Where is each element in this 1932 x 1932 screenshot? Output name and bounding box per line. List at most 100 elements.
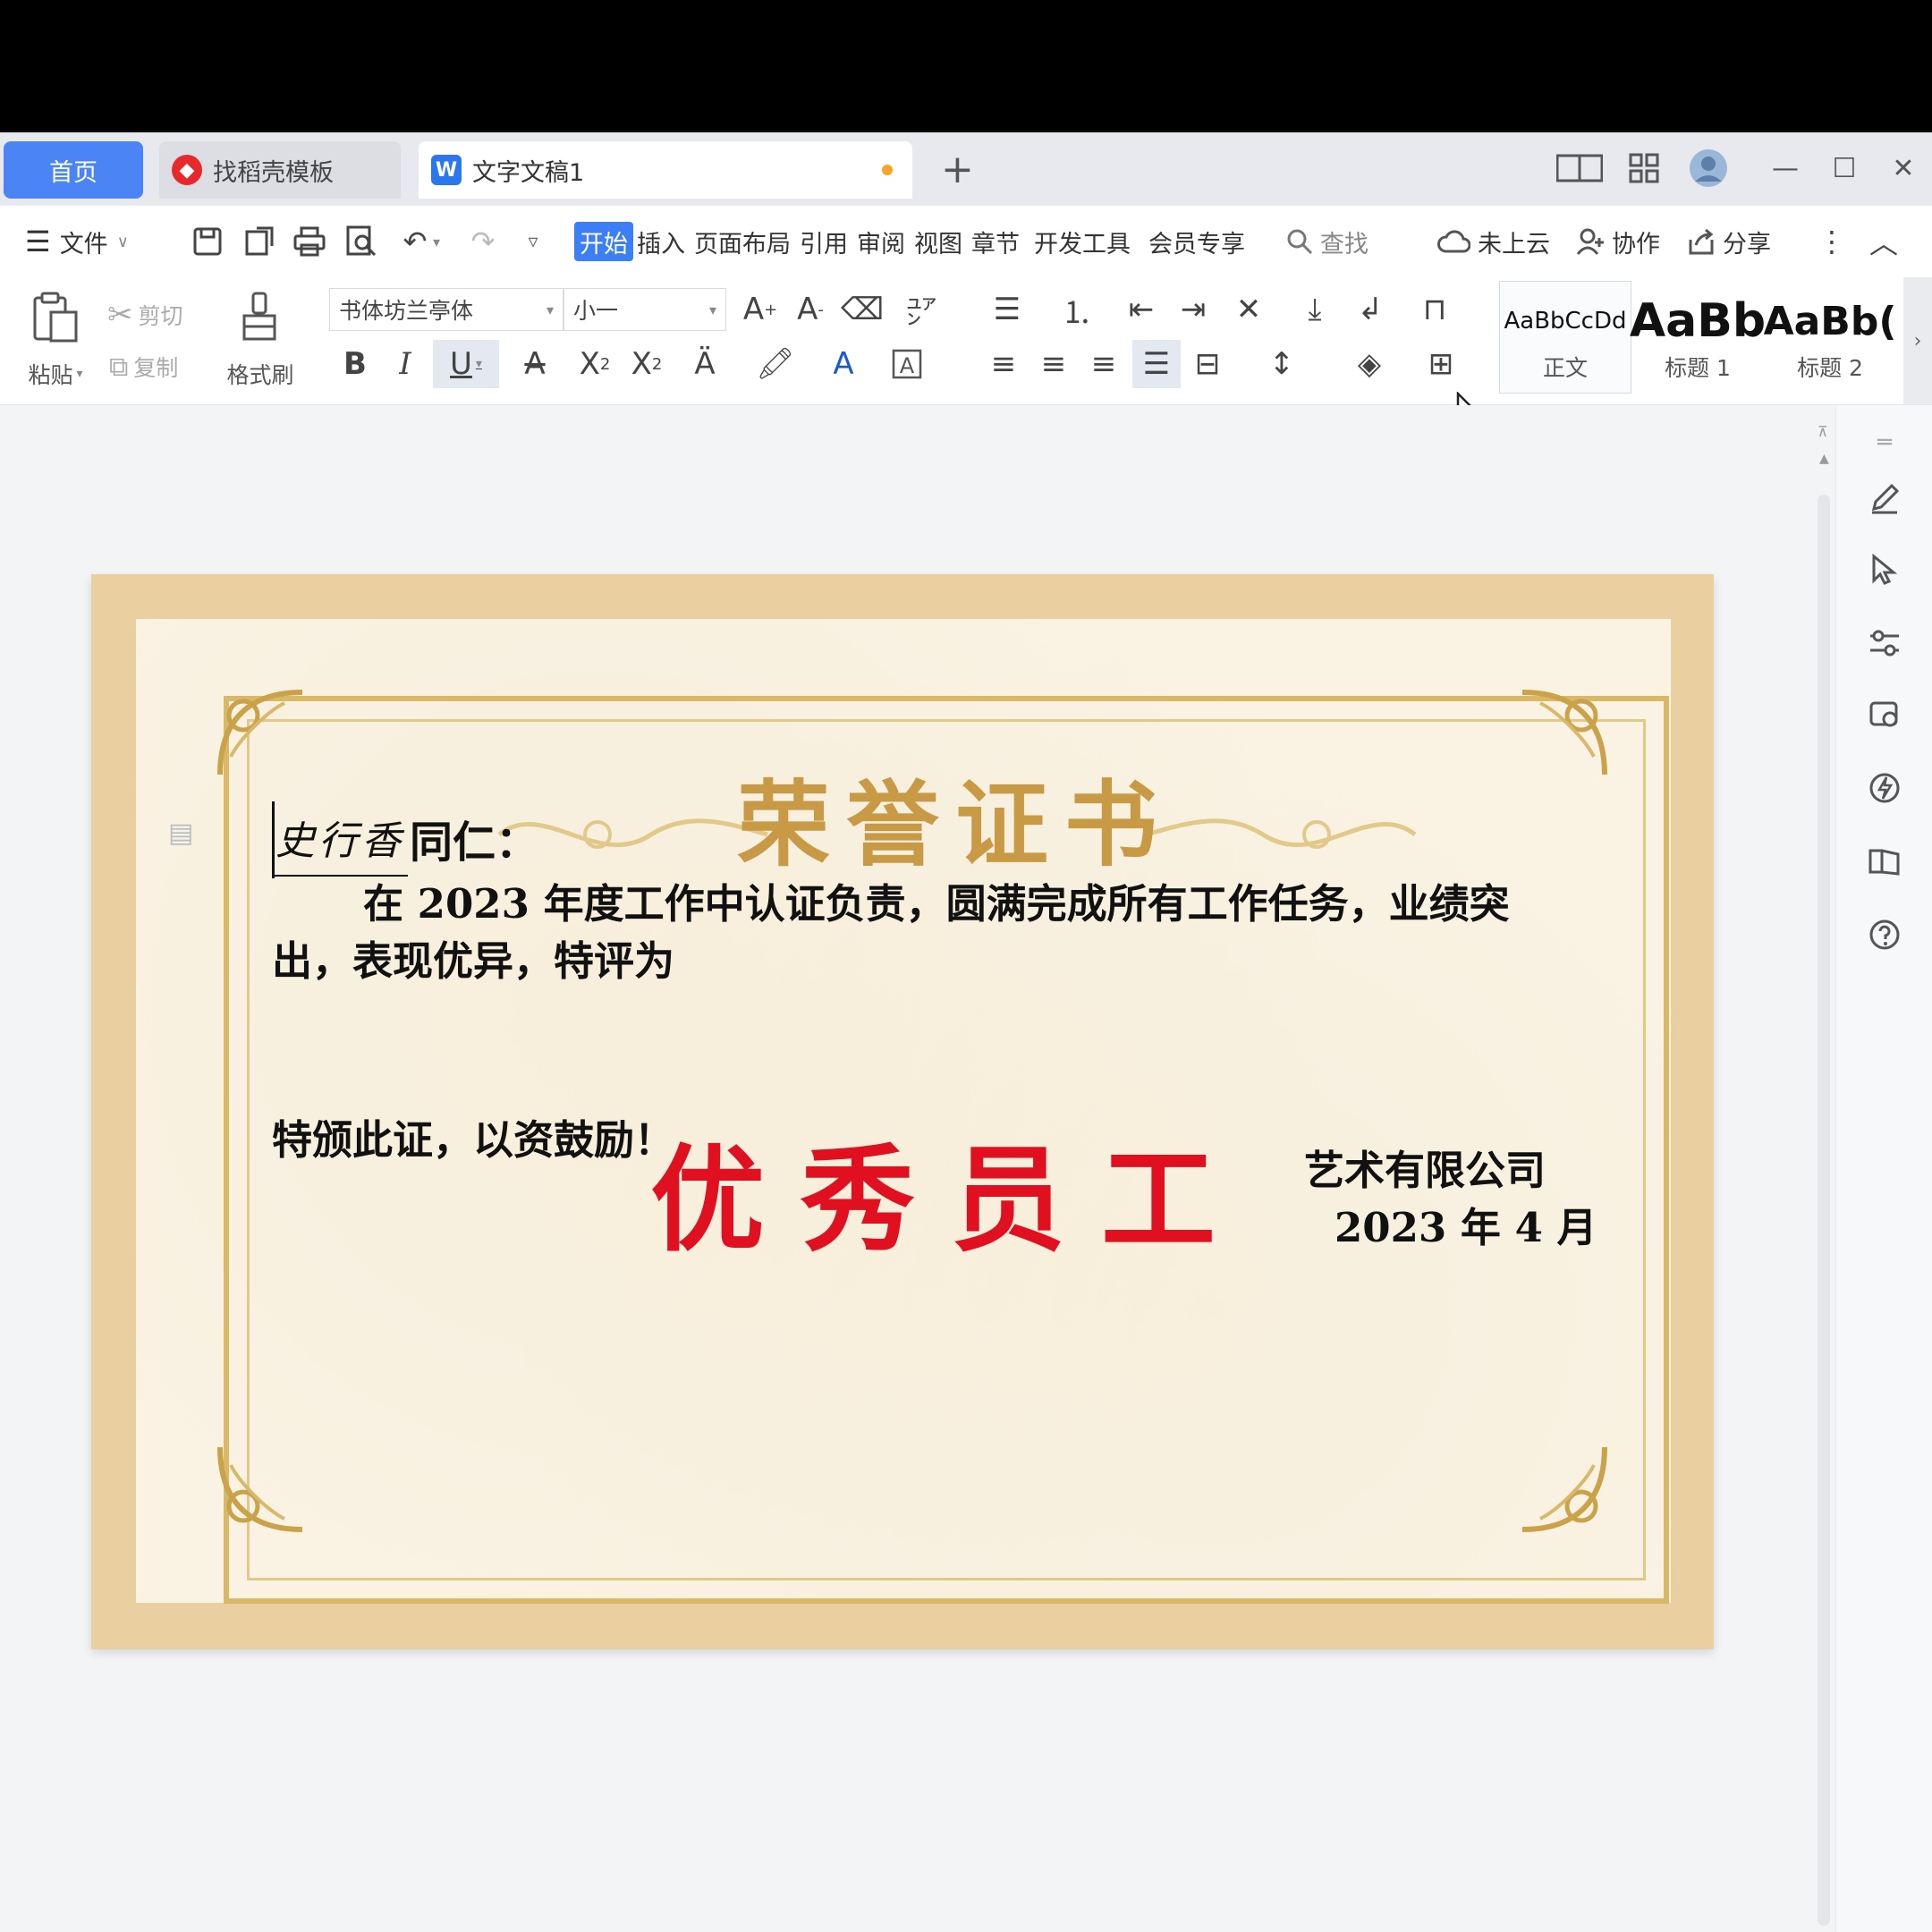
search-button[interactable]: 查找 — [1286, 206, 1368, 277]
print-preview-icon[interactable] — [340, 206, 383, 277]
tab-document[interactable]: W 文字文稿1 — [419, 141, 912, 199]
font-color-icon[interactable]: A — [816, 340, 871, 388]
image-tools-icon[interactable] — [1867, 697, 1902, 733]
menu-review[interactable]: 审阅 — [857, 206, 905, 277]
subscript-icon[interactable]: X2 — [623, 340, 671, 388]
ai-assistant-icon[interactable] — [1867, 770, 1902, 806]
decrease-indent-icon[interactable]: ⇤ — [1120, 288, 1163, 331]
select-pointer-icon[interactable] — [1867, 552, 1902, 588]
style-heading-1[interactable]: AaBb 标题 1 — [1630, 281, 1766, 394]
redo-icon[interactable]: ↷ — [462, 206, 504, 277]
undo-dropdown-icon[interactable]: ▾ — [426, 206, 447, 277]
table-tab-icon[interactable]: ⊓ — [1413, 288, 1456, 331]
award-title[interactable]: 优秀员工 — [650, 1138, 1330, 1263]
save-icon[interactable] — [186, 206, 229, 277]
numbered-list-icon[interactable]: ⒈ — [1052, 288, 1102, 331]
closing-text[interactable]: 特颁此证，以资鼓励！ — [272, 1107, 674, 1165]
strikethrough-icon[interactable]: A — [506, 340, 564, 388]
help-icon[interactable] — [1867, 917, 1902, 953]
customize-quick-access-icon[interactable]: ▿ — [512, 206, 555, 277]
tab-home[interactable]: 首页 — [4, 141, 143, 199]
adjustments-icon[interactable] — [1867, 625, 1902, 661]
borders-icon[interactable]: ⊞ — [1413, 340, 1469, 388]
shading-icon[interactable]: ◈ — [1342, 340, 1397, 388]
more-options-icon[interactable]: ⋮ — [1810, 206, 1853, 277]
grid-apps-icon[interactable] — [1617, 145, 1671, 191]
vertical-scrollbar[interactable]: ⊼ ▲ — [1812, 405, 1835, 1932]
layout-toggle-icon[interactable] — [1553, 145, 1606, 191]
salutation-text[interactable]: 同仁： — [410, 807, 538, 869]
align-left-icon[interactable]: ≡ — [982, 340, 1025, 388]
clear-format-icon[interactable]: ⌫ — [841, 288, 884, 331]
document-page[interactable]: 荣誉证书 ▤ 史行香 同仁： 在 2023 年度工作中认证负责，圆满完成所有工作… — [91, 574, 1714, 1649]
minimize-button[interactable]: — — [1758, 145, 1812, 191]
company-name[interactable]: 艺术有限公司 — [1304, 1138, 1546, 1196]
scroll-up-icon[interactable]: ▲ — [1819, 452, 1829, 466]
chinese-layout-icon[interactable]: ✕ — [1224, 288, 1274, 331]
font-name-select[interactable]: 书体坊兰亭体 ▾ — [329, 288, 564, 331]
maximize-button[interactable]: ☐ — [1818, 145, 1871, 191]
scrollbar-thumb[interactable] — [1818, 495, 1830, 1926]
cut-button[interactable]: ✂ 剪切 — [107, 297, 183, 333]
tab-template[interactable]: ◆ 找稻壳模板 — [159, 141, 401, 199]
line-spacing-icon[interactable]: ↕ — [1254, 340, 1309, 388]
close-button[interactable]: ✕ — [1877, 145, 1930, 191]
menu-chapter[interactable]: 章节 — [971, 206, 1020, 277]
file-menu[interactable]: ☰ 文件 ∨ — [25, 206, 129, 277]
format-painter-button[interactable]: 格式刷 — [220, 358, 301, 390]
underline-icon[interactable]: U ▾ — [433, 340, 499, 388]
collaborate-button[interactable]: 协作 — [1576, 206, 1660, 277]
paste-icon[interactable] — [25, 286, 86, 347]
bold-icon[interactable]: B — [333, 340, 377, 388]
menu-developer[interactable]: 开发工具 — [1034, 206, 1131, 277]
menu-page-layout[interactable]: 页面布局 — [694, 206, 791, 277]
increase-indent-icon[interactable]: ⇥ — [1172, 288, 1215, 331]
distributed-align-icon[interactable]: ⊟ — [1186, 340, 1229, 388]
font-name-value: 书体坊兰亭体 — [339, 298, 474, 324]
scroll-top-icon[interactable]: ⊼ — [1818, 423, 1828, 440]
collapse-ribbon-icon[interactable]: ︿ — [1862, 206, 1905, 277]
paste-button[interactable]: 粘贴 ▾ — [20, 358, 91, 390]
menu-start[interactable]: 开始 — [574, 222, 633, 261]
cloud-status-button[interactable]: 未上云 — [1436, 206, 1550, 277]
superscript-icon[interactable]: X2 — [571, 340, 619, 388]
character-border-icon[interactable]: A — [884, 340, 930, 388]
print-icon[interactable] — [288, 206, 331, 277]
align-center-icon[interactable]: ≡ — [1032, 340, 1075, 388]
export-icon[interactable] — [238, 206, 281, 277]
align-right-icon[interactable]: ≡ — [1082, 340, 1125, 388]
pen-edit-icon[interactable] — [1867, 480, 1902, 516]
show-paragraph-marks-icon[interactable]: ↲ — [1345, 288, 1395, 331]
decrease-font-size-icon[interactable]: A- — [789, 288, 832, 331]
new-tab-button[interactable]: + — [941, 147, 974, 192]
italic-icon[interactable]: I — [383, 340, 428, 388]
align-justify-icon[interactable]: ☰ — [1132, 340, 1181, 388]
text-effects-icon[interactable]: Ä — [676, 340, 733, 388]
menu-insert[interactable]: 插入 — [637, 206, 685, 277]
reading-mode-icon[interactable] — [1867, 843, 1902, 879]
body-line-1[interactable]: 在 2023 年度工作中认证负责，圆满完成所有工作任务，业绩突 — [363, 871, 1510, 929]
phonetic-guide-icon[interactable]: ㍐ — [893, 288, 950, 331]
font-size-select[interactable]: 小一 ▾ — [564, 288, 726, 331]
increase-font-size-icon[interactable]: A + — [739, 288, 782, 331]
copy-button[interactable]: ⧉ 复制 — [109, 349, 178, 385]
style-heading-2[interactable]: AaBb( 标题 2 — [1764, 281, 1897, 394]
tab-document-label: 文字文稿1 — [472, 158, 585, 187]
styles-scroll-right-icon[interactable]: › — [1903, 277, 1932, 404]
panel-drag-handle-icon[interactable]: ═ — [1867, 425, 1902, 461]
issue-date[interactable]: 2023 年 4 月 — [1335, 1195, 1597, 1253]
document-workspace[interactable]: 荣誉证书 ▤ 史行香 同仁： 在 2023 年度工作中认证负责，圆满完成所有工作… — [0, 405, 1823, 1932]
menu-member[interactable]: 会员专享 — [1148, 206, 1245, 277]
share-button[interactable]: 分享 — [1687, 206, 1771, 277]
bullet-list-icon[interactable]: ☰ — [982, 288, 1032, 331]
recipient-name[interactable]: 史行香 — [275, 809, 404, 866]
body-line-2[interactable]: 出，表现优异，特评为 — [272, 928, 674, 987]
paragraph-handle-icon[interactable]: ▤ — [168, 818, 199, 850]
text-direction-icon[interactable]: ⤓ — [1293, 288, 1336, 331]
highlight-icon[interactable]: 🖍 — [746, 340, 805, 388]
format-painter-icon[interactable] — [231, 286, 288, 347]
user-avatar[interactable] — [1682, 145, 1735, 191]
style-normal[interactable]: AaBbCcDd 正文 — [1499, 281, 1631, 394]
menu-references[interactable]: 引用 — [800, 206, 848, 277]
menu-view[interactable]: 视图 — [914, 206, 962, 277]
